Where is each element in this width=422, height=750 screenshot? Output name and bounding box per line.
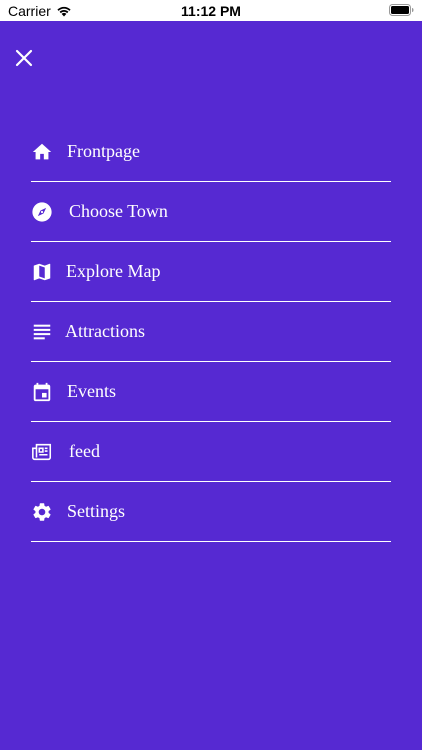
gear-icon xyxy=(31,501,53,523)
menu-item-label: Explore Map xyxy=(66,261,161,281)
menu-item-label: Frontpage xyxy=(67,141,140,161)
menu-item-label: Events xyxy=(67,381,116,401)
menu-item-explore-map[interactable]: Explore Map xyxy=(31,242,391,302)
newspaper-icon xyxy=(31,441,53,463)
menu-item-frontpage[interactable]: Frontpage xyxy=(31,122,391,182)
menu-item-label: Attractions xyxy=(65,321,145,341)
calendar-icon xyxy=(31,381,53,403)
menu-item-settings[interactable]: Settings xyxy=(31,482,391,542)
menu-item-label: feed xyxy=(69,441,100,461)
map-icon xyxy=(31,261,53,283)
menu-item-label: Choose Town xyxy=(69,201,168,221)
menu-item-label: Settings xyxy=(67,501,126,521)
drawer-menu: Frontpage Choose Town Explore Map Attrac… xyxy=(31,122,391,542)
status-bar: Carrier 11:12 PM xyxy=(0,0,422,21)
menu-item-events[interactable]: Events xyxy=(31,362,391,422)
status-time: 11:12 PM xyxy=(181,3,241,19)
list-icon xyxy=(31,321,53,343)
battery-icon xyxy=(389,4,414,16)
home-icon xyxy=(31,141,53,163)
menu-item-feed[interactable]: feed xyxy=(31,422,391,482)
close-button[interactable] xyxy=(14,48,34,68)
menu-item-choose-town[interactable]: Choose Town xyxy=(31,182,391,242)
compass-icon xyxy=(31,201,53,223)
menu-item-attractions[interactable]: Attractions xyxy=(31,302,391,362)
close-icon xyxy=(15,49,33,67)
